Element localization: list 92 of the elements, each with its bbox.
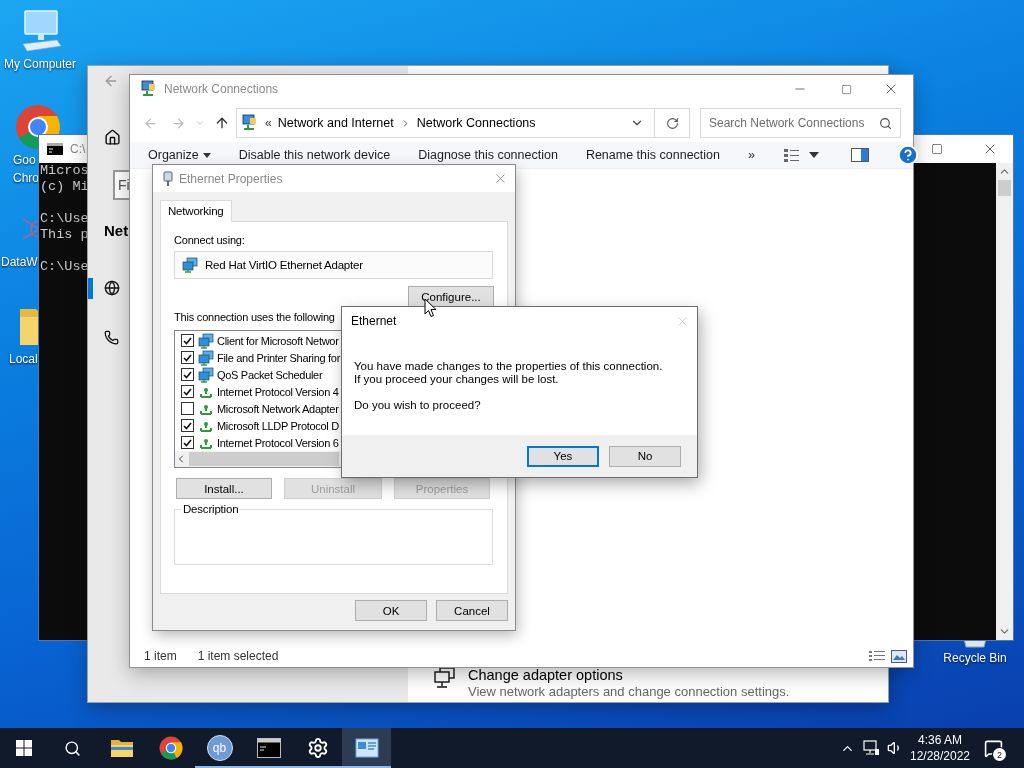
large-icons-view-icon[interactable] <box>891 649 907 663</box>
list-item[interactable]: Internet Protocol Version 6 <box>217 436 339 449</box>
list-item[interactable]: File and Printer Sharing for <box>217 351 341 364</box>
adapter-field: Red Hat VirtIO Ethernet Adapter <box>174 251 493 279</box>
checkbox[interactable] <box>181 368 194 381</box>
scrollbar[interactable] <box>996 163 1013 640</box>
terminal-icon <box>256 738 281 758</box>
network-window-icon <box>354 738 379 758</box>
checkbox[interactable] <box>181 402 194 415</box>
list-item[interactable]: QoS Packet Scheduler <box>217 368 323 381</box>
caret-icon <box>202 152 211 158</box>
link-description: View network adapters and change connection settings. <box>468 684 790 699</box>
desktop-icon-label[interactable]: DataW <box>1 255 38 270</box>
home-icon[interactable] <box>104 128 121 146</box>
breadcrumb[interactable]: Network Connections <box>416 116 536 130</box>
ethernet-plug-icon <box>163 170 173 187</box>
caret-icon[interactable] <box>808 152 819 158</box>
phone-icon <box>104 329 119 345</box>
chrome-icon <box>158 736 183 760</box>
dialog-button[interactable]: Yes <box>527 445 599 467</box>
help-icon[interactable] <box>896 144 919 166</box>
globe-icon <box>104 280 120 296</box>
console-text: (c) Mi <box>40 179 89 195</box>
notifications-icon <box>983 738 1003 758</box>
preview-pane-icon[interactable] <box>850 148 869 162</box>
status-text: 1 item selected <box>197 649 279 663</box>
clock[interactable]: 4:36 AM 12/28/2022 <box>907 728 973 768</box>
notification-count: 2 <box>993 748 1006 761</box>
dialog-button[interactable]: OK <box>355 600 427 621</box>
checkbox[interactable] <box>181 334 194 347</box>
tab[interactable]: Networking <box>160 200 232 222</box>
terminal-icon <box>47 143 63 155</box>
group-label: Description <box>182 503 240 515</box>
more-commands[interactable]: » <box>748 148 755 162</box>
windows-logo <box>16 740 32 756</box>
settings-icon <box>306 737 329 759</box>
question-text: Do you wish to proceed? <box>354 399 482 412</box>
checkbox[interactable] <box>181 385 194 398</box>
breadcrumb[interactable]: Network and Internet <box>277 116 394 130</box>
checkbox[interactable] <box>181 436 194 449</box>
command-button[interactable]: Disable this network device <box>238 148 391 162</box>
console-text: Micros <box>40 163 89 179</box>
notifications-button[interactable]: 2 <box>973 728 1013 768</box>
section-heading: Net <box>104 221 129 241</box>
link-title[interactable]: Change adapter options <box>468 666 790 684</box>
console-text: C:\Use <box>40 259 89 275</box>
address-bar[interactable]: « Network and Internet Network Connections <box>236 108 690 138</box>
dialog-button[interactable]: No <box>609 445 681 467</box>
desktop-icon-label[interactable]: Recycle Bin <box>943 651 1007 666</box>
window-title: C:\ <box>70 142 86 156</box>
network-adapters-icon[interactable] <box>433 666 457 690</box>
qbittorrent-logo: qb <box>206 735 233 761</box>
breadcrumb-overflow[interactable]: « <box>265 116 272 130</box>
status-text: 1 item <box>144 649 177 663</box>
message-text: You have made changes to the properties of this connection. If you proceed your changes will be lost. <box>354 360 664 386</box>
network-adapter-icon <box>182 257 198 273</box>
console-text: C:\Use <box>40 211 89 227</box>
dialog-button[interactable]: Cancel <box>436 600 508 621</box>
field-label: Connect using: <box>174 233 245 248</box>
details-view-icon[interactable] <box>869 649 885 663</box>
maximize-icon[interactable] <box>840 83 852 95</box>
checkbox[interactable] <box>181 351 194 364</box>
maximize-icon[interactable] <box>931 143 943 155</box>
command-button[interactable]: Rename this connection <box>585 148 720 162</box>
search-field[interactable]: Search Network Connections <box>700 108 901 138</box>
taskbar-app[interactable] <box>342 728 391 768</box>
refresh-icon[interactable] <box>665 116 679 130</box>
view-options-icon[interactable] <box>782 147 801 163</box>
command-button[interactable]: Diagnose this connection <box>418 148 558 162</box>
search-icon <box>63 739 81 757</box>
network-folder-icon <box>241 114 259 132</box>
search-icon[interactable] <box>879 116 892 130</box>
dialog-title: Ethernet Properties <box>179 171 284 186</box>
list-item[interactable]: Internet Protocol Version 4 <box>217 385 339 398</box>
list-item[interactable]: Microsoft Network Adapter <box>217 402 339 415</box>
menu-button[interactable]: Organize <box>148 148 211 162</box>
computer-network-icon <box>198 349 214 366</box>
folder-icon <box>109 738 134 758</box>
list-item[interactable]: Microsoft LLDP Protocol D <box>217 419 339 432</box>
dialog-title: Ethernet <box>351 314 398 328</box>
computer-network-icon <box>198 332 214 349</box>
computer-network-icon <box>198 366 214 383</box>
field-label: This connection uses the following <box>174 310 335 325</box>
list-item[interactable]: Client for Microsoft Networ <box>217 334 339 347</box>
dialog-button[interactable]: Install... <box>176 478 272 499</box>
network-folder-icon <box>140 80 158 98</box>
checkbox[interactable] <box>181 419 194 432</box>
window-title: Network Connections <box>164 82 280 96</box>
scroll-thumb[interactable] <box>998 180 1011 196</box>
desktop-icon-label[interactable]: Local <box>9 352 38 367</box>
network-status-icon[interactable] <box>862 740 880 756</box>
up-icon[interactable] <box>214 115 230 131</box>
